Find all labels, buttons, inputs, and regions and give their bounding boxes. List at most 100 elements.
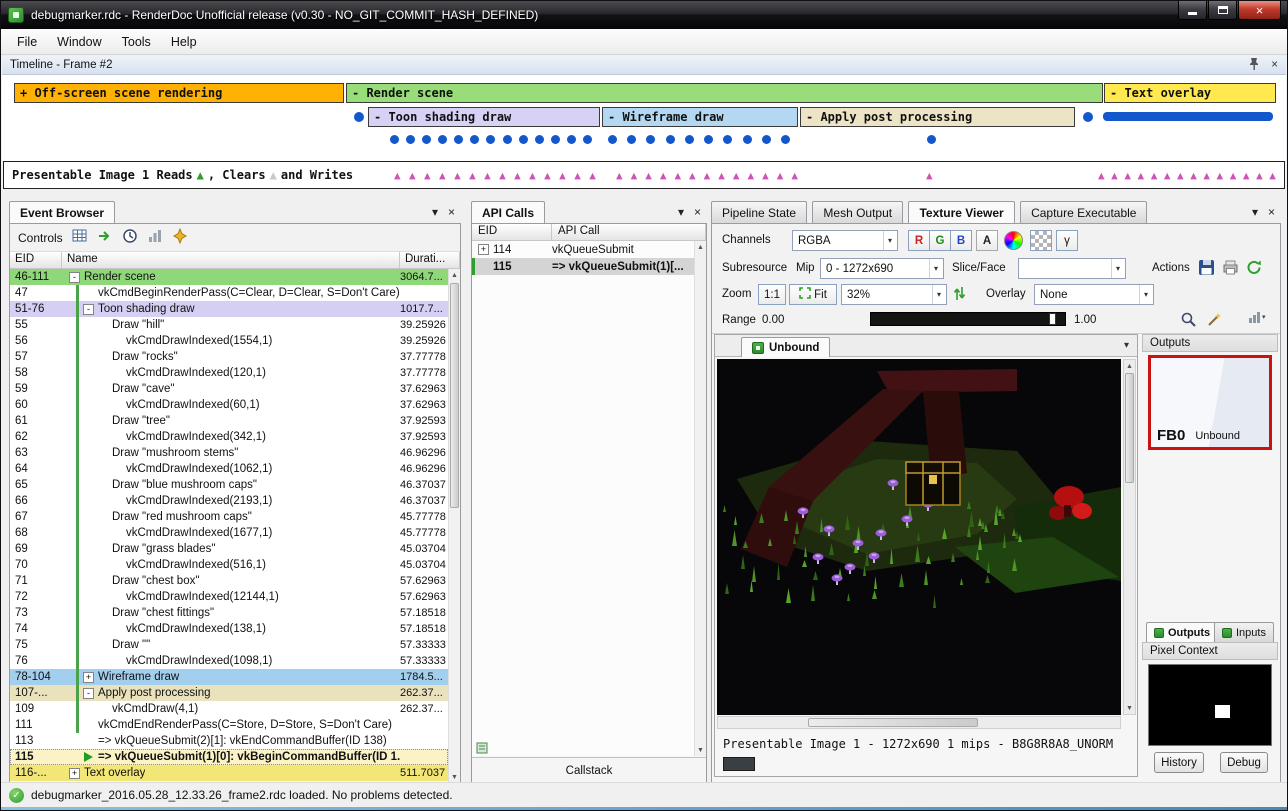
api-calls-scrollbar[interactable]: ▲ ▼	[694, 241, 706, 756]
event-row[interactable]: 60vkCmdDrawIndexed(60,1)37.62963	[10, 397, 448, 413]
histogram-icon[interactable]: ▾	[1248, 310, 1266, 324]
scrollbar-thumb[interactable]	[1125, 373, 1134, 483]
event-row[interactable]: 61Draw "tree"37.92593	[10, 413, 448, 429]
event-row[interactable]: 69Draw "grass blades"45.03704	[10, 541, 448, 557]
pin-icon[interactable]	[1249, 57, 1259, 73]
event-row[interactable]: 57Draw "rocks"37.77778	[10, 349, 448, 365]
channel-g-button[interactable]: G	[929, 230, 951, 251]
event-row[interactable]: 67Draw "red mushroom caps"45.77778	[10, 509, 448, 525]
draw-event-dot[interactable]	[503, 135, 512, 144]
find-event-icon[interactable]	[72, 228, 88, 247]
expander-icon[interactable]: -	[83, 688, 94, 699]
column-eid[interactable]: EID	[472, 224, 552, 240]
draw-event-dot[interactable]	[519, 135, 528, 144]
stats-icon[interactable]	[147, 228, 163, 247]
autofit-wand-icon[interactable]	[1206, 311, 1223, 328]
event-row[interactable]: 76vkCmdDrawIndexed(1098,1)57.33333	[10, 653, 448, 669]
event-row[interactable]: 109vkCmdDraw(4,1)262.37...	[10, 701, 448, 717]
write-marker-group[interactable]: ▲▲▲▲▲▲▲▲▲▲▲▲▲▲	[1098, 170, 1276, 181]
scroll-up-icon[interactable]: ▲	[695, 241, 706, 253]
dock-close-icon[interactable]: ×	[694, 205, 701, 219]
overlay-select[interactable]: None▾	[1034, 284, 1154, 305]
draw-event-dot[interactable]	[470, 135, 479, 144]
goto-eid-icon[interactable]	[97, 228, 113, 247]
write-marker-group[interactable]: ▲	[926, 170, 938, 181]
timeline-bar-offscreen[interactable]: + Off-screen scene rendering	[14, 83, 344, 103]
timeline-overlay-draws-pill[interactable]	[1103, 112, 1273, 121]
callstack-section[interactable]: Callstack	[472, 757, 706, 783]
tab-capture-executable[interactable]: Capture Executable	[1020, 201, 1147, 223]
zoom-1to1-button[interactable]: 1:1	[758, 284, 786, 305]
color-wheel-icon[interactable]	[1004, 231, 1023, 250]
draw-event-dot[interactable]	[583, 135, 592, 144]
tab-event-browser[interactable]: Event Browser	[9, 201, 115, 223]
event-row[interactable]: 70vkCmdDrawIndexed(516,1)45.03704	[10, 557, 448, 573]
timeline-bar-toon[interactable]: - Toon shading draw	[368, 107, 600, 127]
history-button[interactable]: History	[1154, 752, 1204, 773]
expander-icon[interactable]: +	[69, 768, 80, 779]
event-row[interactable]: 51-76-Toon shading draw1017.7...	[10, 301, 448, 317]
texture-tab-unbound[interactable]: Unbound	[741, 337, 830, 357]
event-row[interactable]: 64vkCmdDrawIndexed(1062,1)46.96296	[10, 461, 448, 477]
dock-close-icon[interactable]: ×	[448, 205, 455, 219]
menu-window[interactable]: Window	[47, 31, 111, 53]
tab-pipeline-state[interactable]: Pipeline State	[711, 201, 807, 223]
draw-event-dot[interactable]	[781, 135, 790, 144]
draw-event-dot[interactable]	[627, 135, 636, 144]
slice-face-select[interactable]: ▾	[1018, 258, 1126, 279]
scroll-up-icon[interactable]: ▲	[449, 269, 460, 281]
event-row[interactable]: 62vkCmdDrawIndexed(342,1)37.92593	[10, 429, 448, 445]
close-button[interactable]: ×	[1238, 1, 1281, 20]
zoom-select[interactable]: 32%▾	[841, 284, 947, 305]
menu-file[interactable]: File	[7, 31, 47, 53]
draw-event-dot[interactable]	[1083, 112, 1093, 122]
draw-event-dot[interactable]	[567, 135, 576, 144]
draw-event-dot[interactable]	[422, 135, 431, 144]
draw-event-dot[interactable]	[646, 135, 655, 144]
event-row[interactable]: 65Draw "blue mushroom caps"46.37037	[10, 477, 448, 493]
channel-b-button[interactable]: B	[950, 230, 972, 251]
draw-event-dot[interactable]	[743, 135, 752, 144]
channel-a-button[interactable]: A	[976, 230, 998, 251]
draw-event-dot[interactable]	[535, 135, 544, 144]
tab-texture-viewer[interactable]: Texture Viewer	[908, 201, 1014, 223]
expander-icon[interactable]: -	[83, 304, 94, 315]
event-row[interactable]: 72vkCmdDrawIndexed(12144,1)57.62963	[10, 589, 448, 605]
draw-event-dot[interactable]	[406, 135, 415, 144]
column-name[interactable]: Name	[62, 252, 400, 268]
menu-tools[interactable]: Tools	[112, 31, 161, 53]
texture-viewport[interactable]	[717, 359, 1121, 715]
save-texture-icon[interactable]	[1198, 259, 1215, 276]
dock-menu-icon[interactable]: ▾	[432, 205, 438, 219]
minimize-button[interactable]	[1178, 1, 1207, 20]
event-row[interactable]: 59Draw "cave"37.62963	[10, 381, 448, 397]
event-row[interactable]: 46-111-Render scene3064.7...	[10, 269, 448, 285]
zoom-fit-button[interactable]: Fit	[789, 284, 837, 305]
dock-menu-icon[interactable]: ▾	[678, 205, 684, 219]
expander-icon[interactable]: +	[83, 672, 94, 683]
tab-outputs[interactable]: Outputs	[1146, 622, 1218, 642]
event-row[interactable]: 113=> vkQueueSubmit(2)[1]: vkEndCommandB…	[10, 733, 448, 749]
open-external-icon[interactable]	[1222, 259, 1239, 276]
event-row[interactable]: 58vkCmdDrawIndexed(120,1)37.77778	[10, 365, 448, 381]
event-row[interactable]: 68vkCmdDrawIndexed(1677,1)45.77778	[10, 525, 448, 541]
time-draws-icon[interactable]	[122, 228, 138, 247]
tab-list-chevron-icon[interactable]: ▾	[1124, 340, 1129, 351]
bookmark-icon[interactable]	[172, 228, 188, 247]
event-browser-scrollbar[interactable]: ▲ ▼	[448, 269, 460, 783]
mip-select[interactable]: 0 - 1272x690▾	[820, 258, 944, 279]
menu-help[interactable]: Help	[161, 31, 207, 53]
event-row[interactable]: 47vkCmdBeginRenderPass(C=Clear, D=Clear,…	[10, 285, 448, 301]
event-row[interactable]: 73Draw "chest fittings"57.18518	[10, 605, 448, 621]
tab-mesh-output[interactable]: Mesh Output	[812, 201, 903, 223]
draw-event-dot[interactable]	[927, 135, 936, 144]
expander-icon[interactable]: -	[69, 272, 80, 283]
scroll-down-icon[interactable]: ▼	[1124, 702, 1135, 714]
write-marker-group[interactable]: ▲▲▲▲▲▲▲▲▲▲▲▲▲	[616, 170, 798, 181]
tab-inputs[interactable]: Inputs	[1214, 622, 1274, 642]
timeline-bar-post[interactable]: - Apply post processing	[800, 107, 1075, 127]
channels-select[interactable]: RGBA▾	[792, 230, 898, 251]
event-row[interactable]: 107-...-Apply post processing262.37...	[10, 685, 448, 701]
texture-horizontal-scrollbar[interactable]	[717, 716, 1121, 729]
scroll-down-icon[interactable]: ▼	[695, 744, 706, 756]
